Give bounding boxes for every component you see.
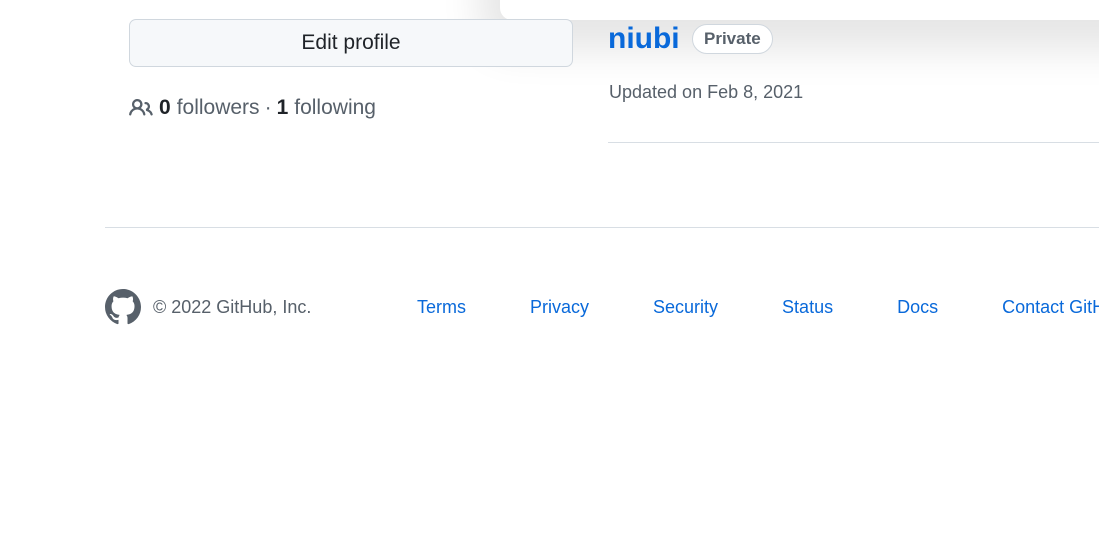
footer-links: Terms Privacy Security Status Docs Conta… (417, 289, 1099, 325)
followers-count: 0 (159, 96, 171, 119)
follow-separator: · (264, 96, 272, 119)
footer-link-security[interactable]: Security (653, 297, 718, 318)
footer-link-docs[interactable]: Docs (897, 297, 938, 318)
repo-updated-text: Updated on Feb 8, 2021 (609, 82, 804, 102)
repo-list-divider (608, 142, 1099, 143)
profile-page: Edit profile 0 followers · 1 following n… (0, 0, 1099, 535)
footer-link-privacy[interactable]: Privacy (530, 297, 589, 318)
people-icon (129, 96, 153, 120)
dropdown-overlay-shadow (500, 0, 1099, 20)
repo-name-link[interactable]: niubi (608, 20, 680, 58)
github-mark-icon[interactable] (105, 289, 141, 325)
follow-stats: 0 followers · 1 following (129, 94, 376, 122)
edit-profile-button[interactable]: Edit profile (129, 19, 573, 67)
footer-divider (105, 227, 1099, 228)
footer: © 2022 GitHub, Inc. Terms Privacy Securi… (105, 289, 1099, 325)
following-label: following (294, 96, 376, 119)
footer-link-contact[interactable]: Contact GitHub (1002, 297, 1099, 318)
followers-link[interactable]: 0 followers (159, 96, 260, 120)
visibility-badge: Private (692, 24, 773, 54)
followers-label: followers (176, 96, 260, 119)
footer-link-terms[interactable]: Terms (417, 297, 466, 318)
following-count: 1 (276, 96, 289, 119)
footer-copyright: © 2022 GitHub, Inc. (153, 296, 312, 317)
following-link[interactable]: 1 following (277, 96, 376, 120)
footer-link-status[interactable]: Status (782, 297, 833, 318)
